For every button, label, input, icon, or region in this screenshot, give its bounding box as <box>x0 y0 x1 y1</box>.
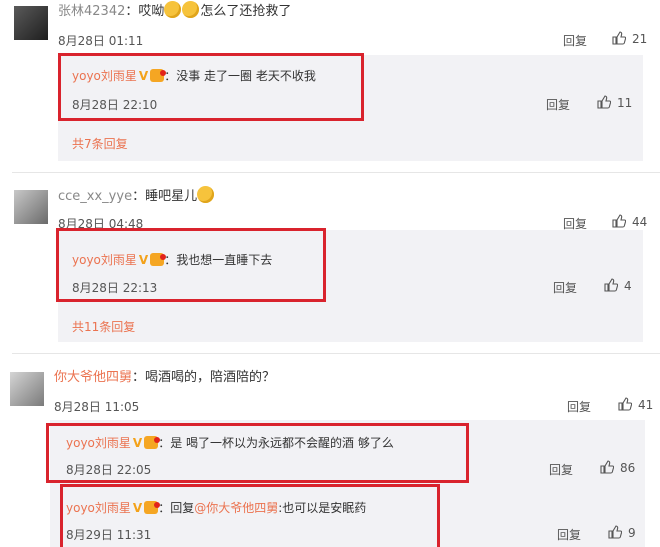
username-link[interactable]: 你大爷他四舅 <box>54 370 132 385</box>
avatar[interactable] <box>14 190 48 224</box>
reply-button[interactable]: 回复 <box>567 398 591 415</box>
comment-text-line: cce_xx_yye：睡吧星儿 <box>58 186 215 207</box>
member-badge-icon <box>144 501 161 514</box>
like-button[interactable]: 4 <box>604 278 632 293</box>
reply-time: 8月28日 22:05 <box>66 463 152 477</box>
thumbs-up-icon <box>608 525 622 539</box>
like-button[interactable]: 9 <box>608 525 636 540</box>
comment-item: cce_xx_yye：睡吧星儿 8月28日 04:48 回复 44 yoyo刘雨… <box>0 180 660 350</box>
verified-v-icon: V <box>138 253 149 267</box>
comment-text: ：哎呦 <box>125 4 165 19</box>
thumbs-up-icon <box>618 397 632 411</box>
reply-time: 8月28日 22:10 <box>72 98 158 112</box>
mention-link[interactable]: @你大爷他四舅 <box>194 501 278 515</box>
like-count: 44 <box>632 215 648 229</box>
divider <box>12 172 660 173</box>
cry-face-icon <box>164 1 182 18</box>
thumbs-up-icon <box>597 95 611 109</box>
reply-button[interactable]: 回复 <box>553 279 577 296</box>
verified-v-icon: V <box>132 436 143 450</box>
reply-button[interactable]: 回复 <box>563 32 587 49</box>
view-more-replies-link[interactable]: 共7条回复 <box>72 135 128 152</box>
divider <box>12 353 660 354</box>
cry-face-icon <box>182 1 200 18</box>
thumbs-up-icon <box>612 214 626 228</box>
reply-text: ：我也想一直睡下去 <box>164 253 273 267</box>
reply-text-line: yoyo刘雨星 V ：是 喝了一杯以为永远都不会醒的酒 够了么 <box>66 433 394 453</box>
like-count: 86 <box>620 461 636 475</box>
like-button[interactable]: 41 <box>618 397 653 412</box>
reply-time: 8月29日 11:31 <box>66 528 152 542</box>
reply-text: ：回复 <box>158 501 195 515</box>
reply-text-line: yoyo刘雨星 V ：回复@你大爷他四舅:也可以是安眠药 <box>66 498 366 518</box>
member-badge-icon <box>150 69 167 82</box>
like-count: 11 <box>617 96 633 110</box>
reply-username[interactable]: yoyo刘雨星 <box>66 436 131 450</box>
comment-text-line: 张林42342：哎呦 怎么了还抢救了 <box>58 1 291 22</box>
reply-button[interactable]: 回复 <box>546 96 570 113</box>
comment-time: 8月28日 11:05 <box>54 400 140 414</box>
comment-text: ：睡吧星儿 <box>132 189 198 204</box>
reply-time: 8月28日 22:13 <box>72 281 158 295</box>
like-button[interactable]: 44 <box>612 214 647 229</box>
view-more-replies-link[interactable]: 共11条回复 <box>72 318 135 335</box>
comment-text: ：喝酒喝的，陪酒陪的？ <box>132 370 276 385</box>
comment-time: 8月28日 01:11 <box>58 34 144 48</box>
like-count: 41 <box>638 398 654 412</box>
like-button[interactable]: 86 <box>600 460 635 475</box>
thumbs-up-icon <box>600 460 614 474</box>
reply-button[interactable]: 回复 <box>549 461 573 478</box>
reply-username[interactable]: yoyo刘雨星 <box>66 501 131 515</box>
thumbs-up-icon <box>604 278 618 292</box>
thumbs-up-icon <box>612 31 626 45</box>
member-badge-icon <box>150 253 167 266</box>
verified-v-icon: V <box>138 69 149 83</box>
username-link[interactable]: cce_xx_yye <box>58 189 132 204</box>
like-button[interactable]: 11 <box>597 95 632 110</box>
avatar[interactable] <box>14 6 48 40</box>
username-link[interactable]: 张林42342 <box>58 4 125 19</box>
sad-face-icon <box>197 186 215 203</box>
verified-v-icon: V <box>132 501 143 515</box>
comment-text: 怎么了还抢救了 <box>200 4 292 19</box>
comment-item: 你大爷他四舅：喝酒喝的，陪酒陪的？ 8月28日 11:05 回复 41 yoyo… <box>0 360 660 547</box>
reply-text-line: yoyo刘雨星 V ：没事 走了一圈 老天不收我 <box>72 66 316 86</box>
like-button[interactable]: 21 <box>612 31 647 46</box>
reply-text: ：没事 走了一圈 老天不收我 <box>164 69 316 83</box>
reply-text-line: yoyo刘雨星 V ：我也想一直睡下去 <box>72 250 272 270</box>
like-count: 9 <box>628 526 636 540</box>
like-count: 4 <box>624 279 632 293</box>
comment-text-line: 你大爷他四舅：喝酒喝的，陪酒陪的？ <box>54 368 275 388</box>
reply-text: ：是 喝了一杯以为永远都不会醒的酒 够了么 <box>158 436 394 450</box>
reply-text: :也可以是安眠药 <box>278 501 367 515</box>
like-count: 21 <box>632 32 648 46</box>
member-badge-icon <box>144 436 161 449</box>
reply-button[interactable]: 回复 <box>557 526 581 543</box>
reply-username[interactable]: yoyo刘雨星 <box>72 69 137 83</box>
avatar[interactable] <box>10 372 44 406</box>
reply-username[interactable]: yoyo刘雨星 <box>72 253 137 267</box>
comment-item: 张林42342：哎呦 怎么了还抢救了 8月28日 01:11 回复 21 yoyo… <box>0 0 660 170</box>
